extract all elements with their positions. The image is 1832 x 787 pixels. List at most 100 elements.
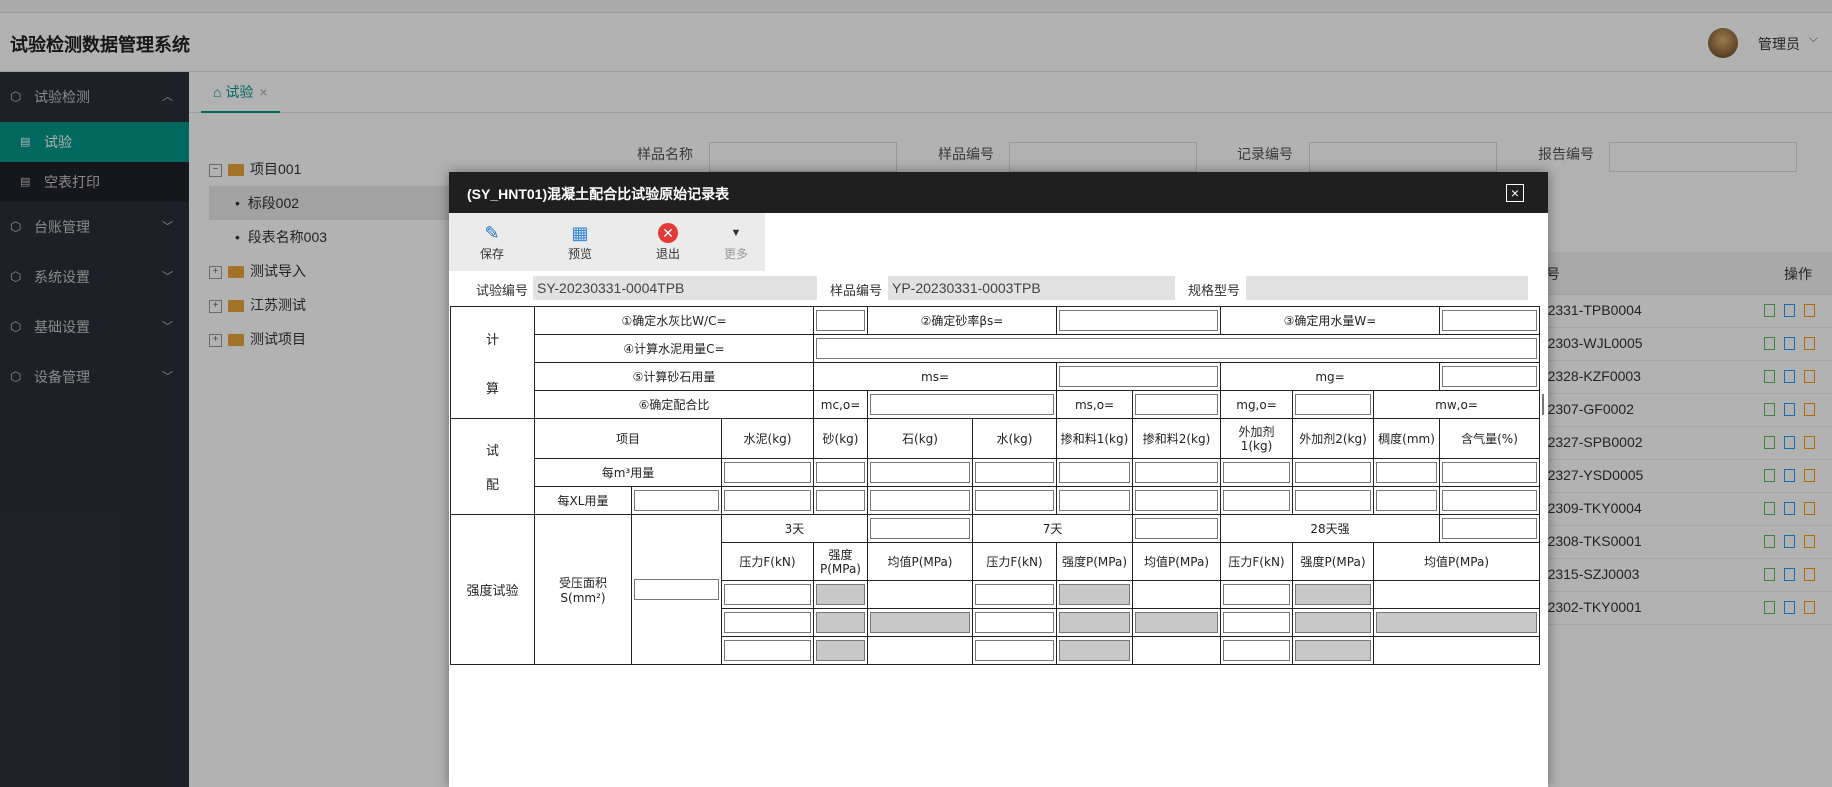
force-28d-head: 压力F(kN): [1220, 542, 1294, 581]
strength-3d-head: 强度P(MPa): [813, 542, 868, 581]
force-3d-cell: [721, 608, 814, 637]
ms-cell: [1056, 362, 1222, 391]
mean-7d-output: [1135, 612, 1219, 633]
force-7d-input[interactable]: [975, 584, 1055, 605]
force-3d-cell: [721, 636, 814, 665]
sample-no-field[interactable]: YP-20230331-0003TPB: [888, 276, 1175, 300]
trial-col-admix2: 掺和料2(kg): [1132, 418, 1222, 459]
trial-m3-input[interactable]: [1295, 462, 1372, 483]
trial-m3-cell: [1439, 458, 1541, 487]
trial-xl-cell: [631, 486, 722, 515]
trial-m3-input[interactable]: [1442, 462, 1538, 483]
force-3d-head: 压力F(kN): [721, 542, 814, 581]
force-28d-input[interactable]: [1223, 612, 1291, 633]
trial-xl-cell: [1439, 486, 1541, 515]
ms-input[interactable]: [1059, 366, 1219, 387]
trial-xl-input[interactable]: [1376, 490, 1438, 511]
trial-m3-cell: [1056, 458, 1134, 487]
exit-label: 退出: [655, 247, 680, 261]
trial-xl-cell: [1373, 486, 1441, 515]
mean-3d-cell: [867, 636, 973, 665]
exit-icon: ✕: [658, 223, 678, 243]
mco-input[interactable]: [870, 394, 1055, 415]
trial-xl-cell: [813, 486, 868, 515]
trial-xl-input[interactable]: [870, 490, 970, 511]
trial-xl-input[interactable]: [1442, 490, 1538, 511]
test-no-field[interactable]: SY-20230331-0004TPB: [533, 276, 817, 300]
mso-label: ms,o=: [1056, 390, 1134, 419]
strength-7d-cell: [1056, 580, 1134, 609]
trial-m3-input[interactable]: [1223, 462, 1291, 483]
force-7d-cell: [971, 608, 1058, 637]
age-3d-input[interactable]: [870, 518, 970, 539]
trial-m3-input[interactable]: [816, 462, 865, 483]
trial-m3-input[interactable]: [975, 462, 1055, 483]
force-28d-input[interactable]: [1223, 640, 1291, 661]
trial-xl-input[interactable]: [724, 490, 811, 511]
force-7d-input[interactable]: [975, 640, 1055, 661]
trial-xl-cell: [1220, 486, 1294, 515]
trial-m3-input[interactable]: [1135, 462, 1219, 483]
save-icon: ✎: [484, 223, 500, 243]
trial-m3-input[interactable]: [1376, 462, 1438, 483]
strength-28d-output: [1295, 640, 1372, 661]
cement-input[interactable]: [816, 338, 1538, 359]
mix-ratio-label: ⑥确定配合比: [534, 390, 814, 419]
spec-label: 规格型号: [1188, 283, 1241, 298]
dialog-title: (SY_HNT01)混凝土配合比试验原始记录表: [467, 186, 730, 202]
age-7d-input[interactable]: [1135, 518, 1219, 539]
trial-m3-input[interactable]: [724, 462, 811, 483]
force-3d-input[interactable]: [724, 640, 811, 661]
strength-3d-output: [816, 584, 865, 605]
trial-m3-input[interactable]: [870, 462, 970, 483]
more-button[interactable]: ▼ 更多: [709, 219, 763, 262]
trial-xl-input[interactable]: [975, 490, 1055, 511]
mgo-input[interactable]: [1295, 394, 1372, 415]
mean-3d-output: [870, 612, 970, 633]
mso-input[interactable]: [1135, 394, 1219, 415]
trial-xl-input[interactable]: [816, 490, 865, 511]
trial-xl-input[interactable]: [1135, 490, 1219, 511]
spec-field[interactable]: [1246, 276, 1528, 300]
trial-m3-cell: [1132, 458, 1222, 487]
area-input[interactable]: [634, 579, 719, 600]
save-button[interactable]: ✎ 保存: [465, 219, 519, 262]
age-28d-cell: [1439, 514, 1541, 543]
record-dialog: (SY_HNT01)混凝土配合比试验原始记录表 × ✎ 保存 ▦ 预览 ✕ 退出 ▼ 更…: [449, 172, 1548, 787]
force-28d-input[interactable]: [1223, 584, 1291, 605]
trial-m3-input[interactable]: [1059, 462, 1131, 483]
force-7d-input[interactable]: [975, 612, 1055, 633]
force-7d-cell: [971, 580, 1058, 609]
mgo-cell: [1292, 390, 1375, 419]
force-3d-input[interactable]: [724, 584, 811, 605]
trial-xl-input[interactable]: [1059, 490, 1131, 511]
trial-xl-cell: [971, 486, 1058, 515]
mwo-input[interactable]: [1542, 394, 1545, 415]
mg-cell: [1439, 362, 1541, 391]
age-28d-input[interactable]: [1442, 518, 1538, 539]
mean-3d-cell: [867, 580, 973, 609]
mso-cell: [1132, 390, 1222, 419]
trial-m3-cell: [1373, 458, 1441, 487]
trial-label-2: 配: [485, 478, 499, 493]
force-3d-input[interactable]: [724, 612, 811, 633]
strength-28d-output: [1295, 584, 1372, 605]
exit-button[interactable]: ✕ 退出: [641, 219, 695, 262]
strength-section-label: 强度试验: [450, 514, 535, 665]
mean-3d-head: 均值P(MPa): [867, 542, 973, 581]
trial-xl-input[interactable]: [1295, 490, 1372, 511]
trial-xl-input[interactable]: [634, 490, 719, 511]
trial-col-stone: 石(kg): [867, 418, 973, 459]
water-input[interactable]: [1442, 310, 1538, 331]
close-icon[interactable]: ×: [1506, 184, 1524, 202]
wc-input[interactable]: [816, 310, 865, 331]
area-label: 受压面积S(mm²): [534, 514, 632, 665]
strength-7d-head: 强度P(MPa): [1056, 542, 1134, 581]
mean-7d-cell: [1132, 636, 1222, 665]
sand-ratio-input[interactable]: [1059, 310, 1219, 331]
force-28d-cell: [1220, 580, 1294, 609]
mg-input[interactable]: [1442, 366, 1538, 387]
mean-7d-cell: [1132, 580, 1222, 609]
trial-xl-input[interactable]: [1223, 490, 1291, 511]
preview-button[interactable]: ▦ 预览: [553, 219, 607, 262]
